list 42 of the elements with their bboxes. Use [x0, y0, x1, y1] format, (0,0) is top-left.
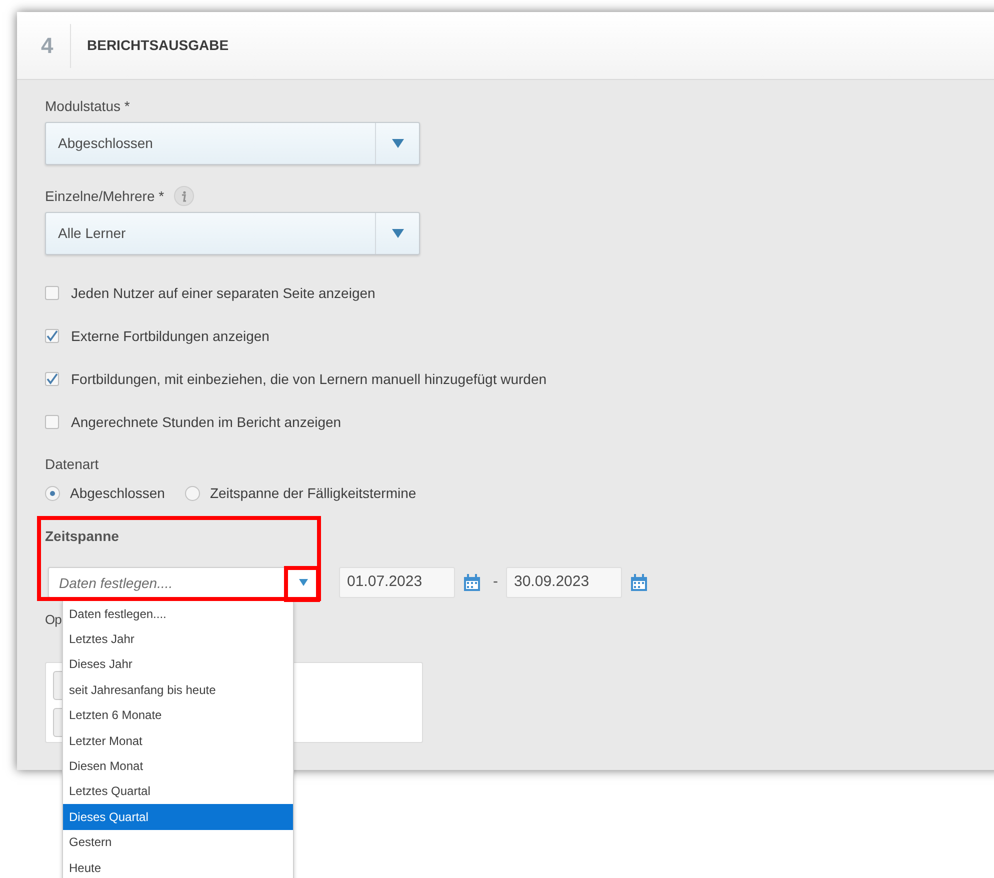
field-label: Op [45, 611, 62, 628]
dropdown-option[interactable]: Dieses Quartal [63, 804, 293, 830]
calendar-icon[interactable] [630, 574, 648, 592]
dropdown-option[interactable]: Gestern [63, 830, 293, 855]
checkbox-label: Externe Fortbildungen anzeigen [71, 326, 270, 346]
date-field[interactable]: 01.07.2023 [339, 567, 455, 598]
radio-label: Abgeschlossen [70, 484, 165, 503]
date-field[interactable]: 30.09.2023 [506, 567, 622, 598]
dropdown-option[interactable]: Heute [63, 854, 293, 878]
select-field[interactable]: Daten festlegen.... [48, 567, 319, 598]
dropdown-option[interactable]: Letzter Monat [63, 728, 293, 754]
group-label: Datenart [45, 455, 100, 472]
checkbox[interactable] [45, 372, 59, 386]
section-title: BERICHTSAUSGABE [87, 36, 229, 55]
field-label: Einzelne/Mehrere * [45, 186, 164, 206]
select-value: Alle Lerner [57, 224, 127, 243]
checkbox-label: Jeden Nutzer auf einer separaten Seite anzeigen [71, 284, 376, 303]
info-icon[interactable] [174, 186, 194, 206]
radio-button[interactable] [45, 486, 60, 500]
range-separator: - [493, 572, 498, 592]
checkbox-label: Fortbildungen, mit einbeziehen, die von Lernern manuell hinzugefügt wurden [71, 370, 547, 389]
dropdown-option[interactable]: Dieses Jahr [63, 652, 293, 678]
checkbox-label: Angerechnete Stunden im Bericht anzeigen [71, 412, 342, 432]
select-value: Abgeschlossen [57, 134, 154, 153]
checkbox[interactable] [45, 415, 59, 429]
dropdown-option[interactable]: seit Jahresanfang bis heute [63, 677, 293, 703]
dropdown-option[interactable]: Letztes Quartal [63, 778, 293, 804]
radio-button[interactable] [184, 486, 200, 500]
dropdown-option[interactable]: Diesen Monat [63, 753, 293, 779]
calendar-icon[interactable] [463, 574, 481, 592]
dropdown-option[interactable]: Daten festlegen.... [63, 601, 293, 626]
field-label: Zeitspanne [45, 527, 120, 544]
checkbox[interactable] [45, 329, 59, 343]
radio-label: Zeitspanne der Fälligkeitstermine [210, 484, 416, 503]
checkbox[interactable] [45, 286, 59, 300]
section-number: 4 [40, 32, 54, 60]
select-field[interactable]: Alle Lerner [45, 212, 420, 255]
field-label: Modulstatus * [45, 96, 130, 116]
dropdown-option[interactable]: Letzten 6 Monate [63, 702, 293, 728]
dropdown-arrow-icon[interactable] [299, 579, 308, 586]
dropdown-option[interactable]: Letztes Jahr [63, 626, 293, 652]
select-field[interactable]: Abgeschlossen [45, 122, 420, 165]
